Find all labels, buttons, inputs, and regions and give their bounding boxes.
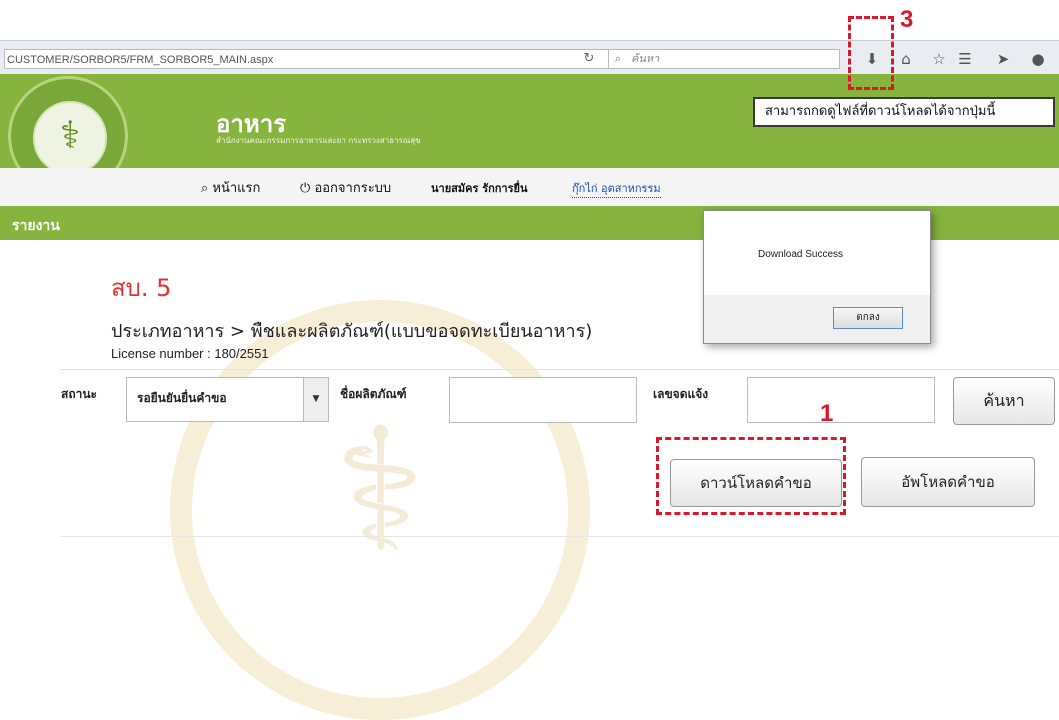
- chevron-down-icon[interactable]: ▼: [303, 378, 328, 421]
- status-select[interactable]: รอยืนยันยื่นคำขอ: [126, 377, 329, 422]
- site-subtitle: สำนักงานคณะกรรมการอาหารและยา กระทรวงสาธา…: [216, 136, 421, 145]
- home-icon[interactable]: ⌂: [896, 49, 916, 69]
- nav-home-label: หน้าแรก: [212, 181, 261, 196]
- status-label: สถานะ: [61, 387, 97, 401]
- annotation-number-1: 1: [820, 400, 834, 427]
- chat-icon[interactable]: ●: [1028, 49, 1048, 69]
- address-bar[interactable]: CUSTOMER/SORBOR5/FRM_SORBOR5_MAIN.aspx: [4, 49, 622, 69]
- registration-number-label: เลขจดแจ้ง: [653, 387, 709, 401]
- nav-username: นายสมัคร รักการยื่น: [431, 182, 528, 195]
- nav-home-link[interactable]: ⌕ หน้าแรก: [201, 177, 260, 198]
- top-nav: ⌕ หน้าแรก ⏻ ออกจากระบบ นายสมัคร รักการยื…: [0, 168, 1059, 207]
- page-title: สบ. 5: [111, 274, 172, 302]
- search-icon: ⌕: [201, 181, 209, 196]
- annotation-box-download-icon: [848, 16, 894, 90]
- search-placeholder: ค้นหา: [631, 53, 660, 65]
- divider: [60, 369, 1059, 370]
- registration-number-input[interactable]: [747, 377, 935, 423]
- watermark-logo: ⚕: [170, 300, 590, 720]
- download-success-dialog: Download Success ตกลง: [703, 210, 931, 344]
- dialog-ok-button[interactable]: ตกลง: [833, 307, 903, 329]
- food-category-breadcrumb: ประเภทอาหาร > พืชและผลิตภัณฑ์(แบบขอจดทะเ…: [111, 321, 593, 342]
- product-name-input[interactable]: [449, 377, 637, 423]
- download-hint-tooltip: สามารถกดดูไฟล์ที่ดาวน์โหลดได้จากปุ่มนี้: [753, 97, 1055, 127]
- report-menu[interactable]: รายงาน: [12, 215, 60, 237]
- divider: [60, 536, 1059, 537]
- power-icon: ⏻: [300, 181, 311, 196]
- annotation-box-download-button: [656, 437, 846, 515]
- annotation-number-3: 3: [900, 6, 914, 33]
- dialog-message: Download Success: [758, 249, 844, 260]
- browser-search-input[interactable]: ⌕ ค้นหา: [608, 49, 840, 69]
- logo-emblem: ⚕: [33, 101, 107, 175]
- reload-icon[interactable]: ↻: [579, 50, 599, 68]
- product-name-label: ชื่อผลิตภัณฑ์: [340, 387, 407, 401]
- star-icon[interactable]: ☆: [929, 49, 949, 69]
- search-icon: ⌕: [615, 53, 622, 65]
- nav-logout-link[interactable]: ⏻ ออกจากระบบ: [300, 177, 391, 198]
- nav-logout-label: ออกจากระบบ: [314, 181, 392, 196]
- nav-company-link[interactable]: กุ๊กไก่ อุตสาหกรรม: [572, 179, 661, 198]
- send-icon[interactable]: ➤: [993, 49, 1013, 69]
- reading-list-icon[interactable]: ☰: [955, 49, 975, 69]
- caduceus-icon: ⚕: [59, 113, 81, 157]
- search-button[interactable]: ค้นหา: [953, 377, 1055, 425]
- upload-request-button[interactable]: อัพโหลดคำขอ: [861, 457, 1035, 507]
- license-number: License number : 180/2551: [111, 346, 269, 361]
- browser-toolbar: CUSTOMER/SORBOR5/FRM_SORBOR5_MAIN.aspx ↻…: [0, 40, 1059, 76]
